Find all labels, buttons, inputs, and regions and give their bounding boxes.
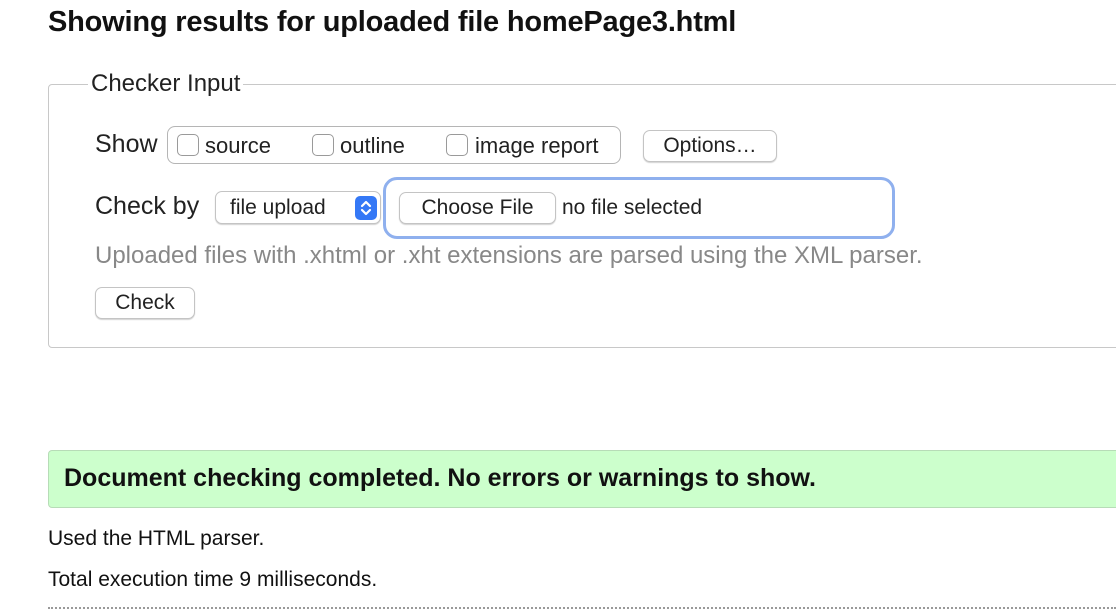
parser-info: Used the HTML parser.	[48, 527, 265, 550]
dotted-divider	[48, 607, 1116, 609]
check-by-label: Check by	[95, 192, 200, 220]
validator-page: Showing results for uploaded file homePa…	[0, 0, 1116, 612]
image-report-checkbox[interactable]	[446, 134, 468, 156]
updown-chevrons-icon	[355, 196, 377, 220]
show-options-group: source outline image report	[167, 126, 621, 164]
success-message: Document checking completed. No errors o…	[64, 464, 816, 492]
page-title: Showing results for uploaded file homePa…	[48, 6, 737, 38]
check-button[interactable]: Check	[95, 287, 195, 319]
xml-parser-hint: Uploaded files with .xhtml or .xht exten…	[95, 242, 923, 269]
image-report-checkbox-label[interactable]: image report	[475, 133, 599, 159]
outline-checkbox-label[interactable]: outline	[340, 133, 405, 159]
execution-time: Total execution time 9 milliseconds.	[48, 568, 378, 591]
source-checkbox[interactable]	[177, 134, 199, 156]
show-label: Show	[95, 130, 158, 158]
outline-checkbox[interactable]	[312, 134, 334, 156]
file-status-text: no file selected	[562, 196, 703, 219]
options-button[interactable]: Options…	[643, 130, 777, 162]
check-by-select-value: file upload	[230, 196, 326, 219]
check-by-select[interactable]: file upload	[215, 191, 381, 224]
checker-input-legend: Checker Input	[88, 70, 244, 98]
choose-file-button[interactable]: Choose File	[399, 192, 556, 224]
source-checkbox-label[interactable]: source	[205, 133, 271, 159]
